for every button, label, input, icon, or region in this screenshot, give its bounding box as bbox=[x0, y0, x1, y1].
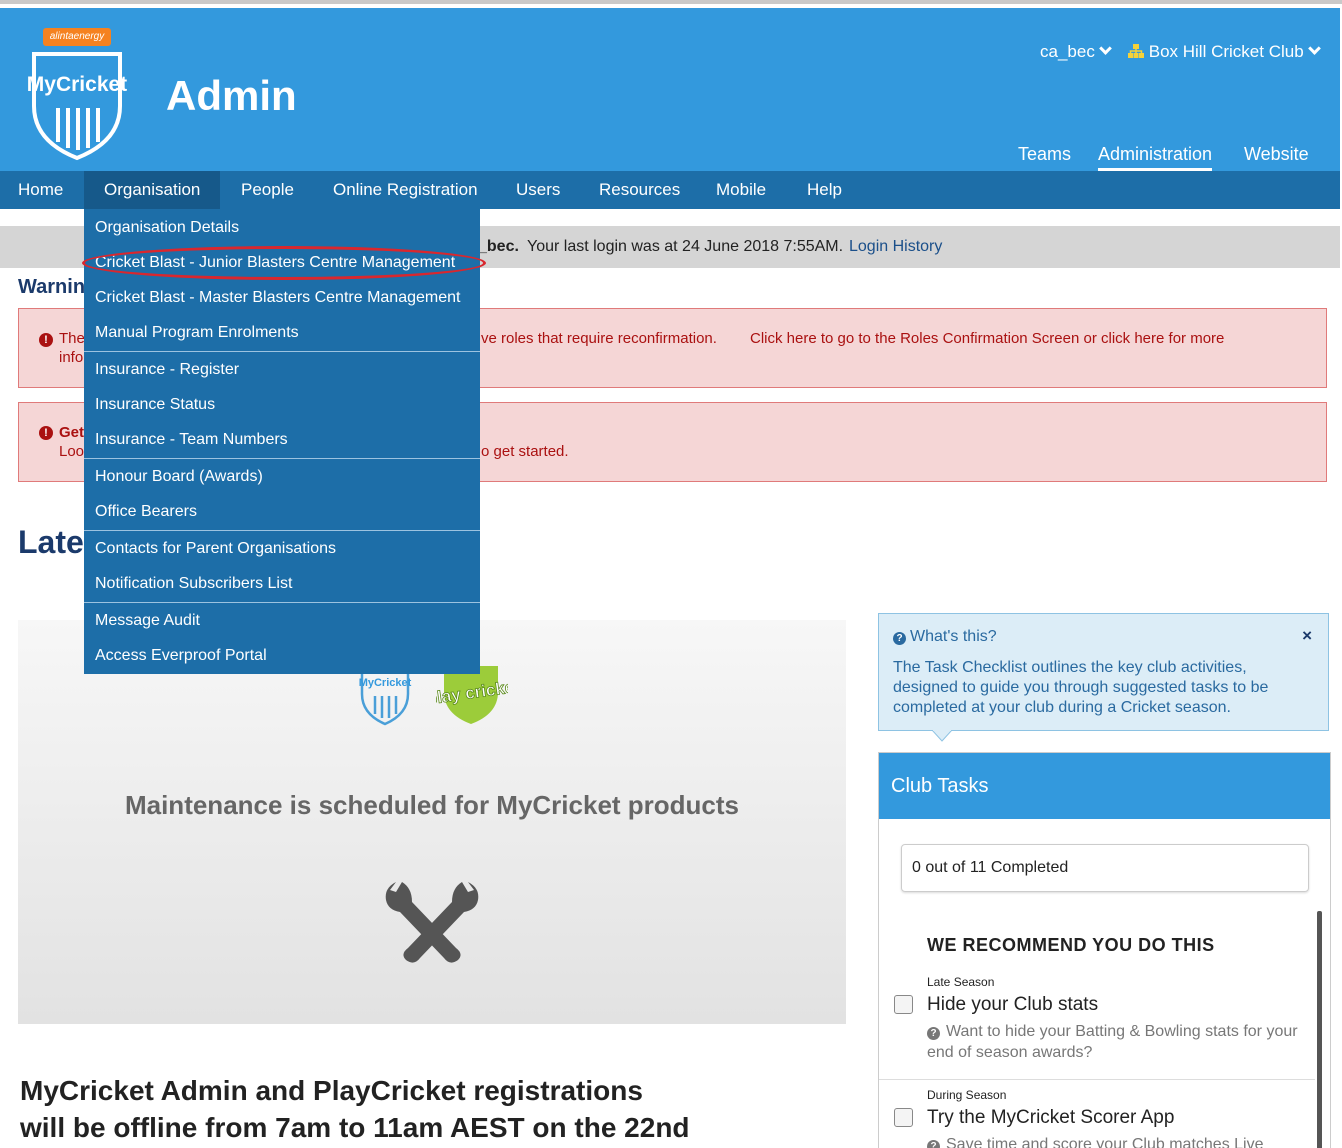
alert-text: ve roles that require reconfirmation. bbox=[481, 330, 717, 347]
user-menu[interactable]: ca_bec bbox=[1040, 42, 1112, 62]
get-started-link[interactable]: o get started. bbox=[481, 443, 569, 460]
task-checkbox[interactable] bbox=[894, 1108, 913, 1127]
nav-organisation[interactable]: Organisation bbox=[84, 171, 221, 209]
task-phase: During Season bbox=[927, 1088, 1007, 1102]
org-tree-icon bbox=[1128, 44, 1144, 58]
alert-text: info bbox=[59, 349, 84, 366]
page: { "header": { "brand_badge": "alintaener… bbox=[0, 0, 1342, 1148]
menu-item-everproof-portal[interactable]: Access Everproof Portal bbox=[84, 638, 480, 673]
news-headline-line: will be offline from 7am to 11am AEST on… bbox=[20, 1112, 690, 1143]
news-headline-line: MyCricket Admin and PlayCricket registra… bbox=[20, 1075, 643, 1106]
tasks-progress: 0 out of 11 Completed bbox=[901, 844, 1309, 892]
menu-item-master-blasters[interactable]: Cricket Blast - Master Blasters Centre M… bbox=[84, 280, 480, 315]
logo-text: MyCricket bbox=[359, 677, 412, 689]
logo-text: MyCricket bbox=[27, 73, 127, 96]
nav-mobile[interactable]: Mobile bbox=[696, 171, 786, 209]
task-desc: ? Want to hide your Batting & Bowling sta… bbox=[927, 1021, 1307, 1063]
maintenance-title: Maintenance is scheduled for MyCricket p… bbox=[124, 790, 740, 820]
menu-item-message-audit[interactable]: Message Audit bbox=[84, 603, 480, 638]
menu-item-notification-subscribers[interactable]: Notification Subscribers List bbox=[84, 566, 480, 601]
news-headline[interactable]: MyCricket Admin and PlayCricket registra… bbox=[20, 1072, 820, 1146]
menu-item-organisation-details[interactable]: Organisation Details bbox=[84, 210, 480, 245]
club-menu[interactable]: Box Hill Cricket Club bbox=[1128, 42, 1321, 62]
sponsor-badge: alintaenergy bbox=[43, 28, 111, 46]
nav-users[interactable]: Users bbox=[496, 171, 580, 209]
recommend-heading: WE RECOMMEND YOU DO THIS bbox=[927, 935, 1215, 955]
main-nav: Home Organisation People Online Registra… bbox=[0, 171, 1340, 209]
help-question-label: What's this? bbox=[910, 628, 997, 645]
login-history-link[interactable]: Login History bbox=[849, 226, 942, 268]
latest-news-heading: Late bbox=[18, 524, 84, 560]
nav-help[interactable]: Help bbox=[787, 171, 862, 209]
alert-title: Get bbox=[59, 424, 85, 441]
menu-item-office-bearers[interactable]: Office Bearers bbox=[84, 494, 480, 529]
menu-item-insurance-team-numbers[interactable]: Insurance - Team Numbers bbox=[84, 422, 480, 457]
maintenance-banner[interactable]: MyCricket play cricket Maintenance is sc… bbox=[18, 620, 846, 1024]
close-icon[interactable]: × bbox=[1302, 626, 1312, 646]
tasks-scrollbar[interactable] bbox=[1317, 911, 1322, 1148]
highlight-annotation bbox=[82, 246, 486, 280]
wrench-screwdriver-icon bbox=[385, 882, 479, 963]
task-item: Late Season Hide your Club stats ? Want t… bbox=[879, 973, 1315, 1079]
help-text: The Task Checklist outlines the key club… bbox=[893, 659, 1269, 716]
exclamation-icon: ! bbox=[39, 333, 53, 347]
roles-confirmation-link[interactable]: Click here to go to the Roles Confirmati… bbox=[750, 330, 1224, 347]
menu-item-parent-contacts[interactable]: Contacts for Parent Organisations bbox=[84, 531, 480, 566]
tab-website[interactable]: Website bbox=[1244, 144, 1309, 165]
task-desc-text: Want to hide your Batting & Bowling stat… bbox=[927, 1023, 1298, 1061]
tab-administration[interactable]: Administration bbox=[1098, 144, 1213, 171]
site-header: alintaenergy MyCricket Admin ca_bec Box … bbox=[0, 8, 1340, 171]
help-box-pointer bbox=[932, 730, 952, 742]
divider bbox=[879, 1079, 1315, 1080]
exclamation-icon: ! bbox=[39, 426, 53, 440]
question-icon: ? bbox=[893, 632, 906, 645]
task-phase: Late Season bbox=[927, 975, 995, 989]
menu-item-honour-board[interactable]: Honour Board (Awards) bbox=[84, 459, 480, 494]
task-desc-text: Save time and score your Club matches Li… bbox=[946, 1136, 1264, 1148]
nav-people[interactable]: People bbox=[221, 171, 314, 209]
nav-online-registration[interactable]: Online Registration bbox=[313, 171, 498, 209]
task-desc: ? Save time and score your Club matches L… bbox=[927, 1134, 1307, 1148]
task-item: During Season Try the MyCricket Scorer A… bbox=[879, 1086, 1315, 1148]
task-help-box: ? What's this? × The Task Checklist outli… bbox=[878, 613, 1329, 731]
warnings-heading: Warnin bbox=[18, 276, 86, 298]
question-icon: ? bbox=[927, 1140, 940, 1148]
mycricket-logo[interactable]: MyCricket bbox=[26, 46, 128, 161]
user-menu-label: ca_bec bbox=[1040, 42, 1095, 61]
question-icon: ? bbox=[927, 1027, 940, 1040]
nav-resources[interactable]: Resources bbox=[579, 171, 700, 209]
club-tasks-heading: Club Tasks bbox=[879, 753, 1330, 819]
club-tasks-panel: Club Tasks 0 out of 11 Completed WE RECO… bbox=[878, 752, 1331, 1148]
chevron-down-icon bbox=[1307, 42, 1321, 55]
menu-item-insurance-register[interactable]: Insurance - Register bbox=[84, 352, 480, 387]
tab-teams[interactable]: Teams bbox=[1018, 144, 1071, 165]
help-question: ? What's this? bbox=[893, 628, 997, 646]
page-title: Admin bbox=[166, 72, 297, 119]
last-login-text: Your last login was at 24 June 2018 7:55… bbox=[527, 238, 844, 255]
alert-text: The bbox=[59, 330, 85, 347]
chevron-down-icon bbox=[1098, 42, 1112, 55]
club-menu-label: Box Hill Cricket Club bbox=[1148, 42, 1304, 61]
task-checkbox[interactable] bbox=[894, 995, 913, 1014]
task-name[interactable]: Hide your Club stats bbox=[927, 994, 1098, 1016]
menu-item-insurance-status[interactable]: Insurance Status bbox=[84, 387, 480, 422]
task-name[interactable]: Try the MyCricket Scorer App bbox=[927, 1107, 1174, 1129]
nav-home[interactable]: Home bbox=[0, 171, 83, 209]
alert-text: Loo bbox=[59, 443, 85, 460]
menu-item-manual-enrolments[interactable]: Manual Program Enrolments bbox=[84, 315, 480, 350]
